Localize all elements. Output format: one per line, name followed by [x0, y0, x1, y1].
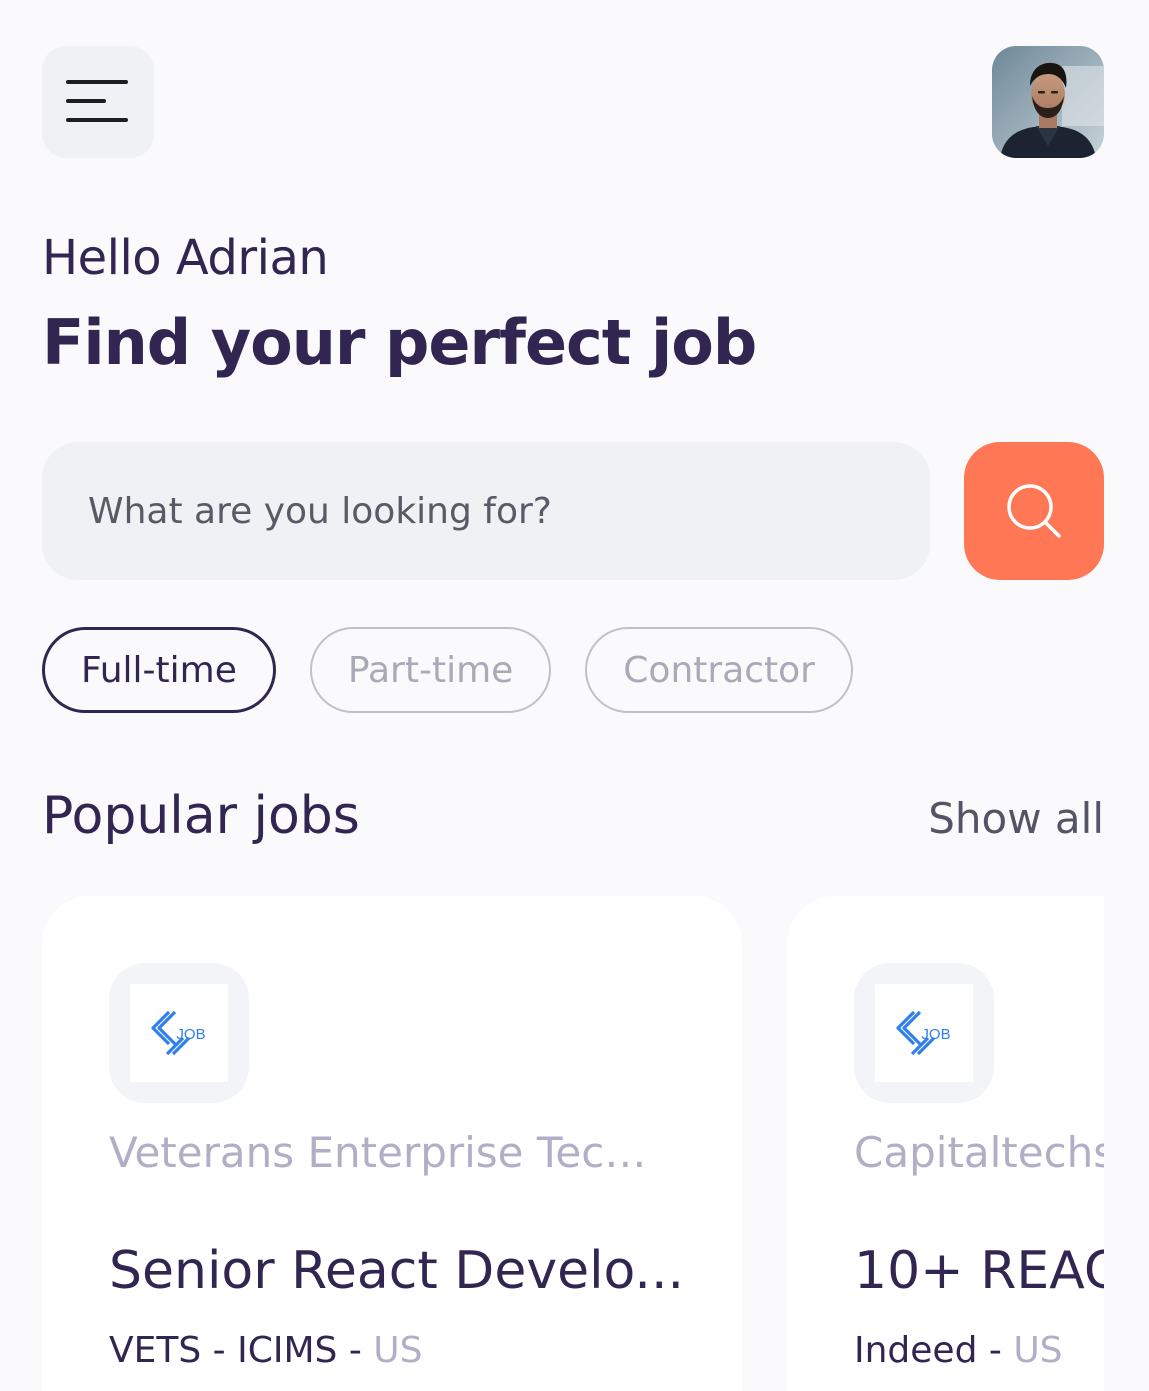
company-logo: JOB — [109, 963, 249, 1103]
job-title: 10+ REACT — [854, 1241, 1104, 1301]
popular-jobs-list[interactable]: JOB Veterans Enterprise Tech... Senior R… — [42, 896, 1104, 1391]
job-publisher: VETS - ICIMS — [109, 1330, 338, 1371]
company-name: Veterans Enterprise Tech... — [109, 1128, 669, 1177]
profile-avatar[interactable] — [992, 46, 1104, 158]
page-headline: Find your perfect job — [42, 306, 757, 379]
company-name: Capitaltechs — [854, 1128, 1104, 1177]
show-all-link[interactable]: Show all — [928, 794, 1104, 843]
greeting-text: Hello Adrian — [42, 230, 329, 286]
search-icon — [1007, 484, 1061, 538]
job-country: US — [1013, 1330, 1063, 1371]
job-card[interactable]: JOB Capitaltechs 10+ REACT Indeed - US — [787, 896, 1104, 1391]
job-type-tabs: Full-time Part-time Contractor — [42, 627, 853, 713]
job-meta: Indeed - US — [854, 1330, 1063, 1371]
job-meta: VETS - ICIMS - US — [109, 1330, 422, 1371]
popular-jobs-title: Popular jobs — [42, 786, 360, 846]
job-card[interactable]: JOB Veterans Enterprise Tech... Senior R… — [42, 896, 742, 1391]
search-bar — [42, 442, 930, 580]
search-button[interactable] — [964, 442, 1104, 580]
job-publisher: Indeed — [854, 1330, 978, 1371]
logo-text: JOB — [176, 1026, 205, 1043]
job-logo-icon: JOB — [896, 1010, 951, 1056]
search-input[interactable] — [42, 442, 930, 580]
company-logo: JOB — [854, 963, 994, 1103]
logo-text: JOB — [921, 1026, 950, 1043]
job-logo-icon: JOB — [151, 1010, 206, 1056]
tab-full-time[interactable]: Full-time — [42, 627, 276, 713]
meta-separator: - — [337, 1330, 374, 1371]
menu-icon — [66, 80, 128, 122]
tab-part-time[interactable]: Part-time — [309, 627, 552, 713]
tab-contractor[interactable]: Contractor — [585, 627, 853, 713]
job-title: Senior React Develo... — [109, 1241, 685, 1301]
menu-button[interactable] — [42, 46, 154, 158]
meta-separator: - — [977, 1330, 1014, 1371]
job-country: US — [373, 1330, 423, 1371]
